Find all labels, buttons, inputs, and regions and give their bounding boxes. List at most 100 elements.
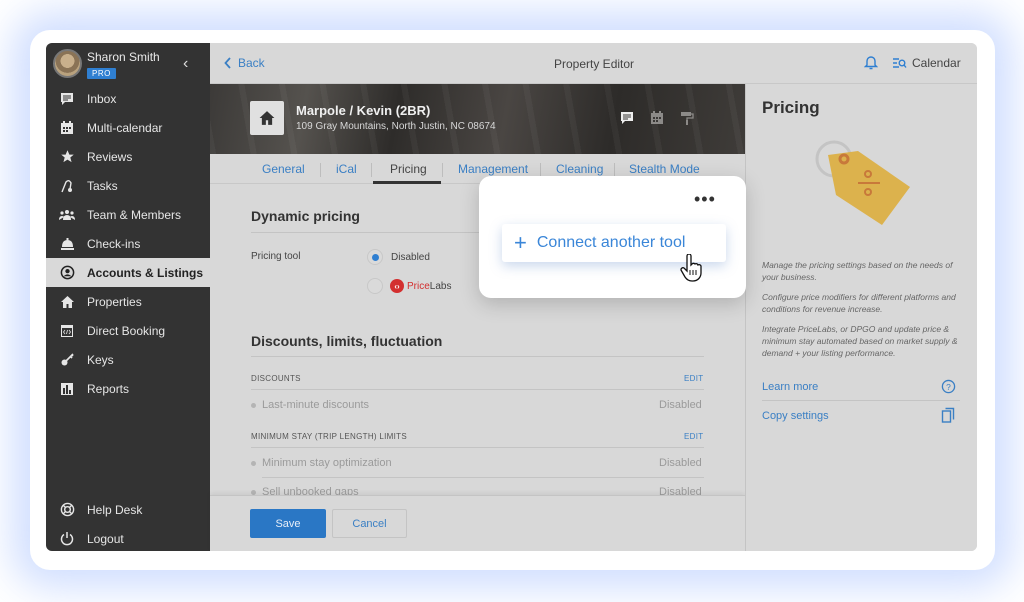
property-address: 109 Gray Mountains, North Justin, NC 086…: [296, 121, 496, 132]
message-icon[interactable]: [620, 111, 634, 130]
tab-ical[interactable]: iCal: [336, 162, 357, 176]
discounts-header: DISCOUNTS: [251, 374, 301, 383]
last-minute-discounts-row: Last-minute discounts: [251, 399, 369, 411]
sidebar-item-label: Team & Members: [87, 207, 182, 222]
back-button[interactable]: Back: [224, 56, 265, 70]
sidebar-item-label: Multi-calendar: [87, 120, 163, 135]
sidebar-item-help-desk[interactable]: Help Desk: [46, 495, 210, 524]
pricing-tool-popover: ••• + Connect another tool: [479, 176, 746, 298]
user-profile[interactable]: Sharon Smith PRO ‹: [46, 43, 210, 87]
bar-chart-icon: [58, 381, 76, 397]
help-circle-icon[interactable]: ?: [941, 379, 956, 399]
row-label: Minimum stay optimization: [262, 457, 392, 469]
lifebuoy-icon: [58, 502, 76, 518]
sidebar-item-keys[interactable]: Keys: [46, 345, 210, 374]
copy-settings-link[interactable]: Copy settings: [762, 410, 829, 422]
code-window-icon: [58, 323, 76, 339]
sidebar-item-team-members[interactable]: Team & Members: [46, 200, 210, 229]
pricing-tool-label: Pricing tool: [251, 251, 301, 262]
min-stay-optimization-row: Minimum stay optimization: [251, 457, 392, 469]
sidebar-item-inbox[interactable]: Inbox: [46, 84, 210, 113]
help-paragraph: Integrate PriceLabs, or DPGO and update …: [762, 324, 958, 358]
sidebar-nav: Inbox Multi-calendar Reviews Tasks Team …: [46, 84, 210, 403]
learn-more-link[interactable]: Learn more: [762, 381, 818, 393]
collapse-sidebar-icon[interactable]: ‹: [183, 55, 188, 73]
tab-management[interactable]: Management: [458, 162, 528, 176]
divider: [251, 389, 704, 390]
min-stay-edit-link[interactable]: EDIT: [684, 432, 703, 441]
property-editor-main: Marpole / Kevin (2BR) 109 Gray Mountains…: [210, 84, 745, 551]
sidebar-item-label: Inbox: [87, 91, 117, 106]
property-header: Marpole / Kevin (2BR) 109 Gray Mountains…: [210, 84, 745, 154]
divider: [262, 477, 704, 478]
sidebar-item-label: Properties: [87, 294, 142, 309]
property-actions: [620, 111, 694, 130]
calendar-icon[interactable]: [650, 111, 664, 130]
radio-pricelabs[interactable]: [367, 278, 383, 294]
min-stay-header: MINIMUM STAY (TRIP LENGTH) LIMITS: [251, 432, 407, 441]
sidebar-item-properties[interactable]: Properties: [46, 287, 210, 316]
sidebar-item-label: Accounts & Listings: [87, 265, 204, 280]
star-icon: [58, 149, 76, 165]
sidebar-item-label: Reviews: [87, 149, 133, 164]
tab-stealth-mode[interactable]: Stealth Mode: [629, 162, 700, 176]
account-icon: [58, 265, 76, 281]
page-title: Property Editor: [554, 57, 635, 71]
calendar-label: Calendar: [912, 56, 961, 70]
help-paragraph: Manage the pricing settings based on the…: [762, 260, 953, 282]
sidebar-item-label: Direct Booking: [87, 323, 166, 338]
back-label: Back: [238, 56, 265, 70]
sidebar-item-logout[interactable]: Logout: [46, 524, 210, 551]
bullet: [251, 402, 256, 408]
sidebar: Sharon Smith PRO ‹ Inbox Multi-calendar …: [46, 43, 210, 551]
calendar-button[interactable]: Calendar: [892, 56, 961, 70]
pricelabs-logo: ‹› PriceLabs: [390, 279, 451, 293]
sidebar-item-reports[interactable]: Reports: [46, 374, 210, 403]
cancel-button[interactable]: Cancel: [332, 509, 407, 538]
help-panel-title: Pricing: [762, 98, 820, 117]
sidebar-item-tasks[interactable]: Tasks: [46, 171, 210, 200]
row-value: Disabled: [659, 457, 702, 469]
home-icon: [58, 294, 76, 310]
bullet: [251, 489, 256, 495]
tab-cleaning[interactable]: Cleaning: [556, 162, 603, 176]
sidebar-item-direct-booking[interactable]: Direct Booking: [46, 316, 210, 345]
sidebar-bottom: Help Desk Logout: [46, 495, 210, 551]
notification-bell-icon[interactable]: [863, 55, 879, 75]
pro-badge: PRO: [87, 68, 116, 79]
save-button[interactable]: Save: [250, 509, 326, 538]
chevron-left-icon: [224, 57, 231, 69]
pricelabs-icon: ‹›: [390, 279, 404, 293]
tab-pricing[interactable]: Pricing: [390, 162, 427, 176]
calendar-icon: [58, 120, 76, 136]
pricelabs-price: Price: [407, 280, 430, 292]
price-tag-icon: [815, 140, 910, 225]
tab-divider: [442, 163, 443, 177]
tab-divider: [614, 163, 615, 177]
tab-divider: [320, 163, 321, 177]
radio-disabled[interactable]: [367, 249, 383, 265]
tasks-icon: [58, 178, 76, 194]
team-icon: [58, 207, 76, 223]
more-options-icon[interactable]: •••: [694, 190, 716, 208]
copy-icon[interactable]: [941, 407, 955, 428]
bell-desk-icon: [58, 236, 76, 252]
sidebar-item-accounts-listings[interactable]: Accounts & Listings: [46, 258, 210, 287]
sidebar-item-label: Help Desk: [87, 502, 143, 517]
help-paragraph: Configure price modifiers for different …: [762, 292, 956, 314]
discounts-edit-link[interactable]: EDIT: [684, 374, 703, 383]
user-name: Sharon Smith: [87, 50, 160, 64]
radio-disabled-label: Disabled: [391, 252, 430, 263]
sidebar-item-check-ins[interactable]: Check-ins: [46, 229, 210, 258]
paint-roller-icon[interactable]: [680, 111, 694, 130]
sidebar-item-multi-calendar[interactable]: Multi-calendar: [46, 113, 210, 142]
key-icon: [58, 352, 76, 368]
property-home-icon: [250, 101, 284, 135]
row-value: Disabled: [659, 399, 702, 411]
divider: [251, 356, 704, 357]
divider: [251, 447, 704, 448]
tab-general[interactable]: General: [262, 162, 305, 176]
svg-text:?: ?: [946, 382, 951, 392]
sidebar-item-reviews[interactable]: Reviews: [46, 142, 210, 171]
sidebar-item-label: Tasks: [87, 178, 118, 193]
